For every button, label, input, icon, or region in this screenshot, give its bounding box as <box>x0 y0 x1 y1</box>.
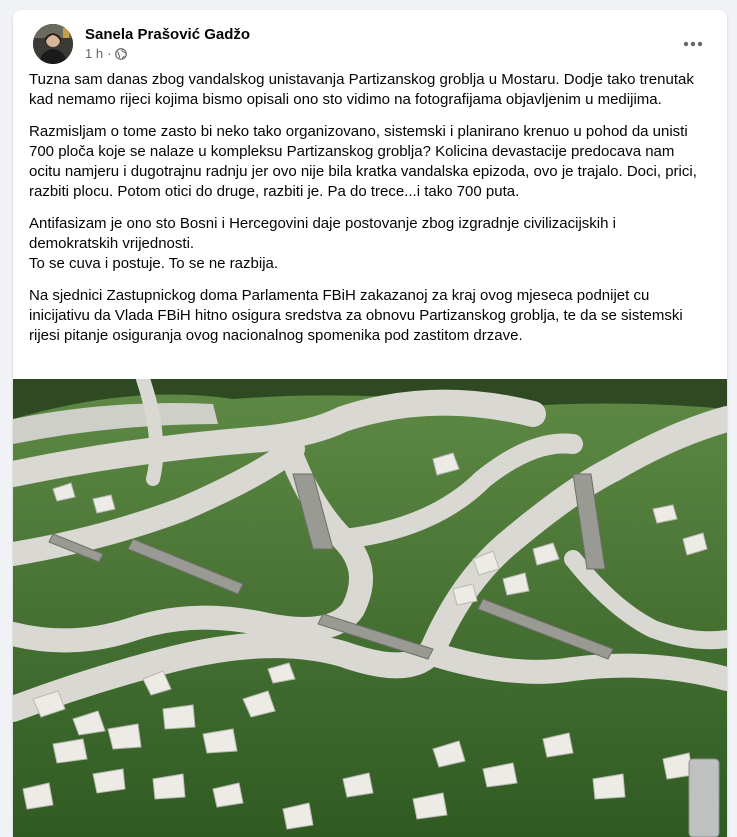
post-time[interactable]: 1 h <box>85 46 103 61</box>
post-paragraph-4: Na sjednici Zastupnickog doma Parlamenta… <box>29 287 683 344</box>
post-paragraph-3: Antifasizam je ono sto Bosni i Hercegovi… <box>29 215 616 272</box>
post-meta: 1 h · <box>85 46 128 61</box>
meta-separator: · <box>107 46 112 61</box>
post-header: Sanela Prašović Gadžo 1 h · <box>29 22 713 66</box>
post-card: Sanela Prašović Gadžo 1 h · Tuzna sam da… <box>13 10 727 837</box>
globe-icon[interactable] <box>115 47 128 60</box>
avatar-image <box>33 24 73 64</box>
post-paragraph-1: Tuzna sam danas zbog vandalskog unistava… <box>29 71 694 108</box>
post-photo[interactable] <box>13 379 727 837</box>
post-paragraph-2: Razmisljam o tome zasto bi neko tako org… <box>29 123 697 200</box>
author-avatar[interactable] <box>33 24 73 64</box>
post-text: Tuzna sam danas zbog vandalskog unistava… <box>29 70 709 358</box>
author-name[interactable]: Sanela Prašović Gadžo <box>85 26 250 43</box>
cemetery-photo <box>13 379 727 837</box>
more-options-icon[interactable] <box>675 26 711 62</box>
